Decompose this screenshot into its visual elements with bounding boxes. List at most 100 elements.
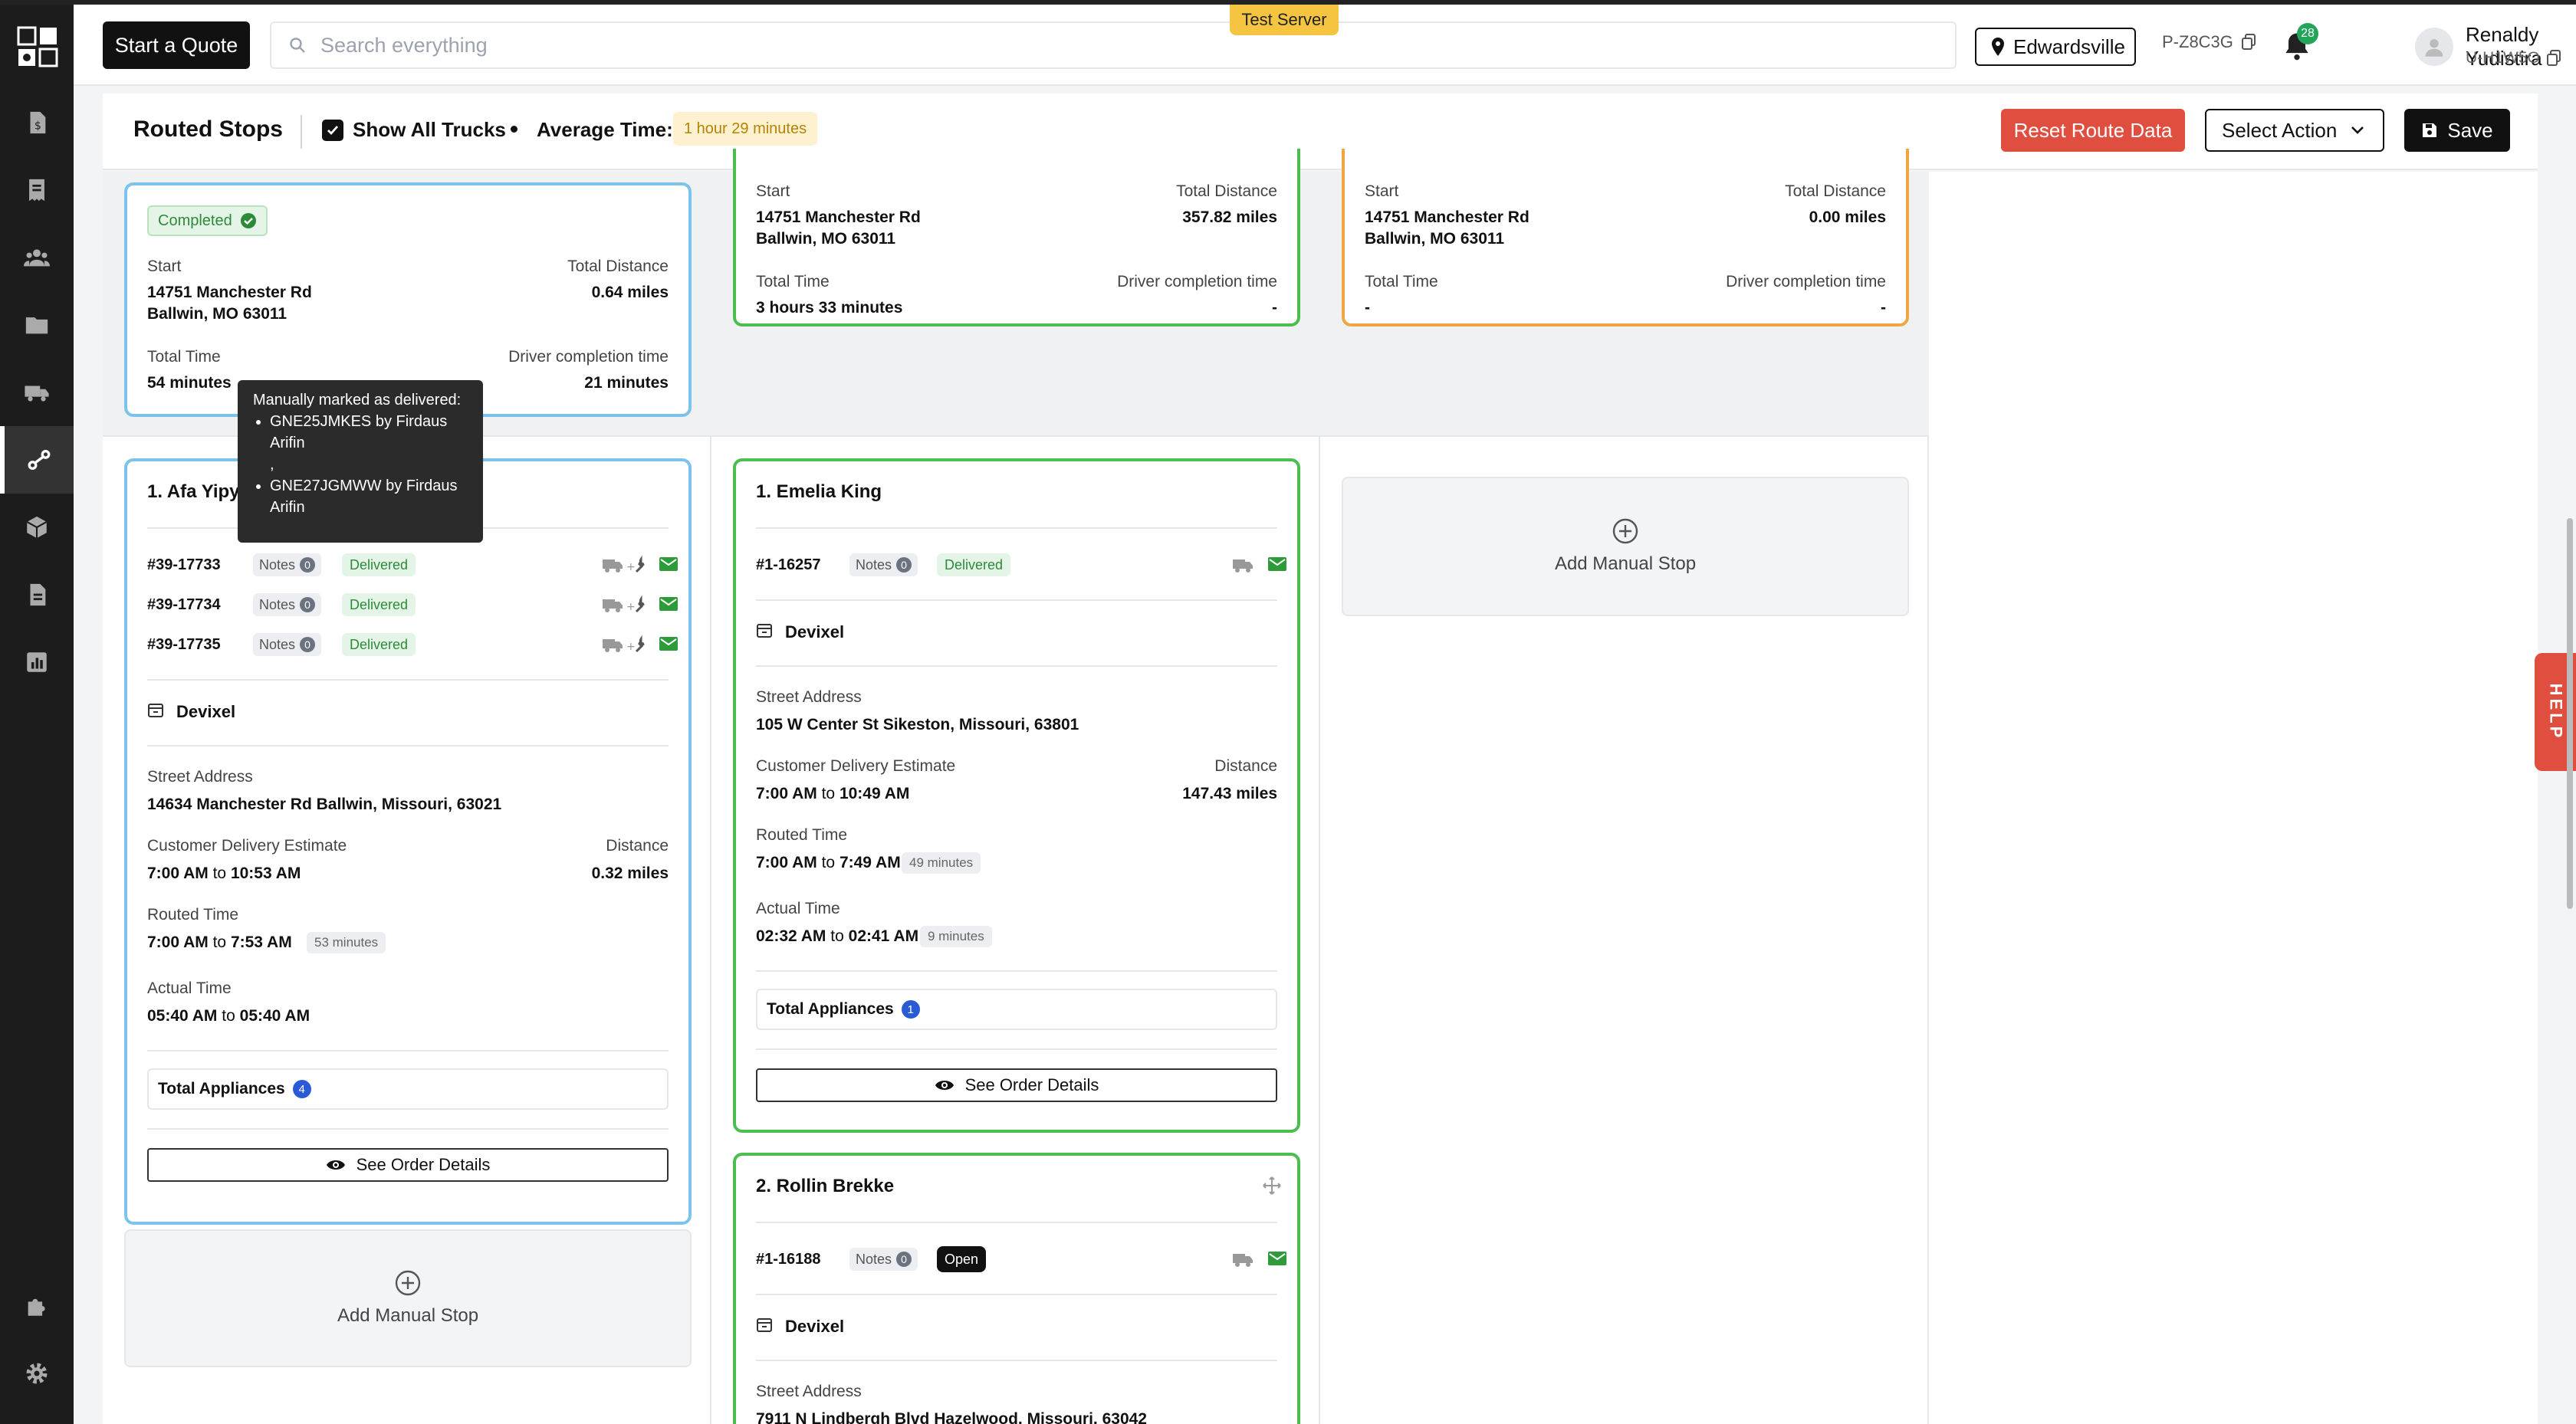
notes-button[interactable]: Notes 0	[849, 553, 918, 576]
divider	[147, 745, 669, 746]
sidebar-item-customers[interactable]	[0, 224, 74, 291]
notes-button[interactable]: Notes 0	[253, 553, 322, 576]
tooltip-item: GNE25JMKES by Firdaus Arifin	[270, 411, 468, 454]
page-title: Routed Stops	[133, 116, 283, 142]
order-number[interactable]: #1-16257	[756, 556, 821, 574]
project-id: P-Z8C3G	[2162, 32, 2256, 52]
divider	[301, 115, 302, 149]
total-distance-label: Total Distance	[567, 258, 669, 275]
route-icon	[28, 449, 51, 471]
app-logo-icon[interactable]	[17, 26, 58, 67]
gear-icon	[26, 1363, 48, 1384]
status-badge: Open	[937, 1246, 987, 1272]
routed-time-label: Routed Time	[147, 906, 239, 924]
user-icon	[2425, 39, 2443, 57]
truck-icon: +	[603, 555, 645, 573]
divider	[756, 665, 1277, 667]
actual-time-value: 02:32 AM to 02:41 AM	[756, 927, 919, 945]
status-badge: Delivered	[937, 553, 1011, 576]
notes-button[interactable]: Notes 0	[253, 593, 322, 616]
total-appliances-toggle[interactable]: Total Appliances 1	[756, 989, 1277, 1030]
save-button[interactable]: Save	[2404, 109, 2510, 152]
start-quote-button[interactable]: Start a Quote	[103, 21, 250, 69]
delivery-estimate-label: Customer Delivery Estimate	[756, 757, 956, 775]
start-address-line1: 14751 Manchester Rd	[756, 208, 921, 226]
copy-icon[interactable]	[2241, 34, 2256, 51]
sidebar-item-inventory[interactable]	[0, 494, 74, 561]
search-input[interactable]: Search everything	[270, 21, 1957, 69]
driver-completion-value: -	[1272, 299, 1277, 317]
order-number[interactable]: #39-17734	[147, 596, 221, 614]
routed-time-label: Routed Time	[756, 826, 848, 844]
mail-icon[interactable]	[659, 556, 678, 572]
notes-label: Notes	[856, 1251, 892, 1267]
total-time-value: -	[1365, 299, 1370, 317]
driver-completion-value: 21 minutes	[584, 374, 669, 392]
total-appliances-count: 4	[292, 1080, 311, 1098]
order-number[interactable]: #1-16188	[756, 1251, 821, 1268]
sidebar-item-integrations[interactable]	[0, 1272, 74, 1340]
add-manual-stop-button[interactable]: Add Manual Stop	[1342, 477, 1909, 616]
stop-card[interactable]: 1. Afa Yipy #39-17733 Notes 0 Delivered +…	[124, 458, 692, 1225]
copy-icon[interactable]	[2546, 50, 2561, 67]
see-order-details-button[interactable]: See Order Details	[756, 1068, 1277, 1102]
sidebar-item-billing[interactable]: $	[0, 89, 74, 156]
total-appliances-count: 1	[901, 1000, 920, 1019]
tooltip-heading: Manually marked as delivered:	[253, 392, 462, 408]
sidebar-item-trucks[interactable]	[0, 359, 74, 426]
actual-time-label: Actual Time	[147, 979, 232, 997]
total-time-label: Total Time	[147, 348, 221, 366]
show-all-trucks-checkbox[interactable]	[322, 120, 343, 141]
save-label: Save	[2447, 118, 2493, 142]
order-number[interactable]: #39-17733	[147, 556, 221, 574]
sidebar-item-reports[interactable]	[0, 628, 74, 696]
street-address-value: 14634 Manchester Rd Ballwin, Missouri, 6…	[147, 796, 502, 813]
see-order-details-label: See Order Details	[356, 1155, 491, 1174]
mail-icon[interactable]	[659, 636, 678, 651]
order-number[interactable]: #39-17735	[147, 636, 221, 654]
separator-dot	[511, 126, 518, 133]
notes-button[interactable]: Notes 0	[253, 633, 322, 656]
notes-label: Notes	[259, 636, 296, 652]
location-selector[interactable]: Edwardsville	[1975, 28, 2136, 66]
distance-label: Distance	[1214, 757, 1277, 775]
mail-icon[interactable]	[1268, 556, 1286, 572]
divider	[147, 1050, 669, 1052]
reset-route-data-button[interactable]: Reset Route Data	[2001, 109, 2185, 152]
show-all-trucks-label[interactable]: Show All Trucks	[353, 118, 506, 142]
sidebar-item-documents[interactable]	[0, 561, 74, 628]
page-scrollbar[interactable]	[2567, 518, 2573, 909]
notes-button[interactable]: Notes 0	[849, 1248, 918, 1271]
truck-icon	[1233, 559, 1253, 573]
start-address-line2: Ballwin, MO 63011	[756, 230, 896, 248]
see-order-details-button[interactable]: See Order Details	[147, 1148, 669, 1182]
total-appliances-label: Total Appliances	[767, 1000, 894, 1018]
avatar[interactable]	[2415, 28, 2453, 66]
select-action-dropdown[interactable]: Select Action	[2205, 109, 2384, 152]
document-icon	[30, 583, 46, 606]
sidebar-item-routes[interactable]	[0, 426, 74, 494]
start-address-line1: 14751 Manchester Rd	[147, 284, 312, 301]
divider	[756, 527, 1277, 529]
notes-count: 0	[896, 557, 912, 573]
notes-count: 0	[300, 597, 316, 612]
store-name: Devixel	[785, 622, 845, 641]
svg-text:+: +	[626, 641, 636, 653]
drag-handle-icon[interactable]	[1262, 1176, 1282, 1196]
routes-toolbar: Routed Stops Show All Trucks Average Tim…	[103, 94, 2538, 170]
stop-card[interactable]: 2. Rollin Brekke #1-16188 Notes 0 Open De…	[733, 1153, 1300, 1424]
mail-icon[interactable]	[1268, 1251, 1286, 1266]
stop-card[interactable]: 1. Emelia King #1-16257 Notes 0 Delivered…	[733, 458, 1300, 1133]
sidebar-item-settings[interactable]	[0, 1340, 74, 1407]
route-summary-card: Start 14751 Manchester Rd Ballwin, MO 63…	[733, 149, 1300, 326]
sidebar-item-files[interactable]	[0, 291, 74, 359]
mail-icon[interactable]	[659, 596, 678, 612]
street-address-label: Street Address	[147, 768, 253, 786]
start-address-line1: 14751 Manchester Rd	[1365, 208, 1530, 226]
total-appliances-toggle[interactable]: Total Appliances 4	[147, 1068, 669, 1110]
add-manual-stop-button[interactable]: Add Manual Stop	[124, 1229, 692, 1367]
stop-title: 1. Afa Yipy	[147, 481, 240, 502]
sidebar-item-invoices[interactable]	[0, 156, 74, 224]
duration-badge: 49 minutes	[902, 852, 981, 874]
routed-time-value: 7:00 AM to 7:49 AM	[756, 854, 901, 871]
